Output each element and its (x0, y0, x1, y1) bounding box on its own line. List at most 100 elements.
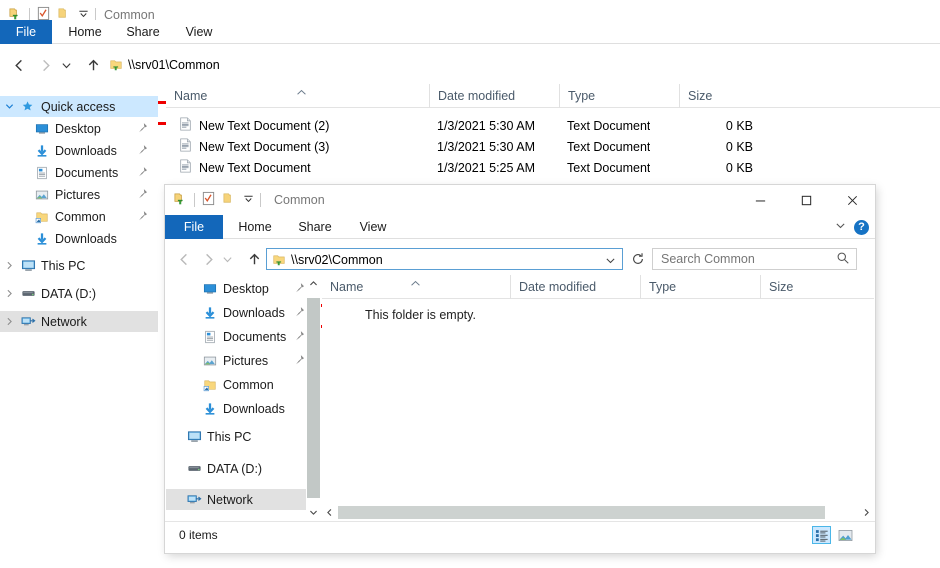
pin-icon[interactable] (294, 354, 305, 368)
sidebar-item-data-drive[interactable]: DATA (D:) (0, 283, 158, 304)
up-icon[interactable] (80, 49, 106, 81)
pin-icon[interactable] (137, 188, 148, 202)
sidebar-item-data-drive[interactable]: DATA (D:) (166, 458, 314, 479)
sidebar-item-common[interactable]: Common (166, 374, 314, 395)
recent-locations-icon[interactable] (217, 243, 237, 275)
large-icons-view-button[interactable] (836, 526, 855, 544)
file-name-text: New Text Document (2) (199, 118, 330, 133)
file-date-cell: 1/3/2021 5:30 AM (437, 139, 535, 154)
window2-breadcrumb[interactable]: \\srv02\Common (267, 249, 388, 271)
sidebar-label: Downloads (55, 143, 117, 158)
file-name-cell: New Text Document (179, 159, 311, 176)
new-folder-icon[interactable] (222, 191, 237, 209)
sidebar-item-desktop[interactable]: Desktop (166, 278, 314, 299)
scroll-left-arrow-icon[interactable] (322, 505, 337, 520)
window2-file-list: Name Date modified Type Size This folder… (322, 275, 874, 505)
desktop-root: Common File Home Share View \\srv01\Comm… (0, 0, 940, 568)
maximize-icon[interactable] (783, 185, 829, 215)
sidebar-item-pictures[interactable]: Pictures (166, 350, 314, 371)
scrollbar-thumb[interactable] (338, 506, 825, 519)
column-header-date-modified[interactable]: Date modified (429, 84, 559, 108)
sidebar-item-this-pc[interactable]: This PC (0, 255, 158, 276)
refresh-button[interactable] (627, 248, 649, 270)
download-icon (200, 306, 220, 320)
sidebar-item-network[interactable]: Network (0, 311, 158, 332)
folder-pin-icon[interactable] (173, 191, 188, 209)
file-name-text: New Text Document (199, 160, 311, 175)
chevron-right-icon[interactable] (0, 261, 18, 270)
window1-breadcrumb[interactable]: \\srv01\Common (104, 54, 225, 76)
back-icon[interactable] (6, 49, 32, 81)
tab-home[interactable]: Home (60, 20, 110, 44)
window2-ribbon-tabs: File Home Share View ? (165, 215, 875, 239)
help-icon[interactable]: ? (854, 219, 869, 235)
pin-icon[interactable] (137, 144, 148, 158)
chevron-down-icon[interactable] (0, 102, 18, 111)
sidebar-item-desktop[interactable]: Desktop (0, 118, 158, 139)
column-header-size[interactable]: Size (760, 275, 850, 299)
pin-icon[interactable] (137, 166, 148, 180)
search-icon[interactable] (836, 251, 850, 268)
ribbon-collapse-chevron-icon[interactable] (835, 220, 846, 234)
navpane-vertical-scrollbar[interactable] (306, 276, 321, 520)
sidebar-item-downloads-2[interactable]: Downloads (0, 228, 158, 249)
sidebar-item-this-pc[interactable]: This PC (166, 426, 314, 447)
column-header-name[interactable]: Name (322, 275, 492, 299)
sidebar-item-downloads-2[interactable]: Downloads (166, 398, 314, 419)
window1-address-bar[interactable]: \\srv01\Common (104, 54, 740, 76)
search-input[interactable] (659, 251, 836, 267)
pin-icon[interactable] (294, 330, 305, 344)
forward-icon[interactable] (32, 49, 58, 81)
minimize-icon[interactable] (737, 185, 783, 215)
network-icon (18, 314, 38, 329)
close-icon[interactable] (829, 185, 875, 215)
sidebar-item-network[interactable]: Network (166, 489, 314, 510)
window2-titlebar[interactable]: Common (165, 185, 875, 215)
window2-address-bar[interactable]: \\srv02\Common (266, 248, 623, 270)
scrollbar-thumb[interactable] (307, 298, 320, 498)
drive-icon (184, 461, 204, 476)
table-row[interactable]: New Text Document 1/3/2021 5:25 AM Text … (166, 157, 940, 178)
recent-locations-icon[interactable] (56, 49, 76, 81)
up-icon[interactable] (241, 243, 267, 275)
tab-file[interactable]: File (165, 215, 223, 239)
properties-icon[interactable] (201, 191, 216, 209)
pin-icon[interactable] (294, 282, 305, 296)
pin-icon[interactable] (137, 210, 148, 224)
sidebar-item-downloads[interactable]: Downloads (166, 302, 314, 323)
sidebar-label: DATA (D:) (41, 286, 97, 301)
customize-chevron-icon[interactable] (243, 193, 254, 207)
scroll-up-arrow-icon[interactable] (306, 276, 321, 291)
sidebar-item-pictures[interactable]: Pictures (0, 184, 158, 205)
tab-share[interactable]: Share (289, 215, 341, 239)
scroll-right-arrow-icon[interactable] (859, 505, 874, 520)
back-icon[interactable] (171, 243, 197, 275)
sidebar-item-documents[interactable]: Documents (166, 326, 314, 347)
chevron-right-icon[interactable] (0, 317, 18, 326)
address-dropdown-chevron-icon[interactable] (605, 249, 616, 271)
sidebar-item-quick-access[interactable]: Quick access (0, 96, 158, 117)
sidebar-item-common[interactable]: Common (0, 206, 158, 227)
tab-view[interactable]: View (349, 215, 397, 239)
pin-icon[interactable] (137, 122, 148, 136)
sidebar-item-documents[interactable]: Documents (0, 162, 158, 183)
search-box[interactable] (652, 248, 857, 270)
column-header-type[interactable]: Type (640, 275, 760, 299)
filelist-horizontal-scrollbar[interactable] (322, 505, 874, 520)
table-row[interactable]: New Text Document (3) 1/3/2021 5:30 AM T… (166, 136, 940, 157)
tab-view[interactable]: View (176, 20, 222, 44)
column-header-date-modified[interactable]: Date modified (510, 275, 640, 299)
scroll-down-arrow-icon[interactable] (306, 505, 321, 520)
pin-icon[interactable] (294, 306, 305, 320)
column-header-size[interactable]: Size (679, 84, 759, 108)
window1-file-list: Name Date modified Type Size New Text Do… (166, 84, 940, 184)
tab-home[interactable]: Home (229, 215, 281, 239)
file-name-cell: New Text Document (3) (179, 138, 329, 155)
tab-file[interactable]: File (0, 20, 52, 44)
details-view-button[interactable] (812, 526, 831, 544)
table-row[interactable]: New Text Document (2) 1/3/2021 5:30 AM T… (166, 115, 940, 136)
sidebar-item-downloads[interactable]: Downloads (0, 140, 158, 161)
tab-share[interactable]: Share (118, 20, 168, 44)
column-header-type[interactable]: Type (559, 84, 679, 108)
chevron-right-icon[interactable] (0, 289, 18, 298)
